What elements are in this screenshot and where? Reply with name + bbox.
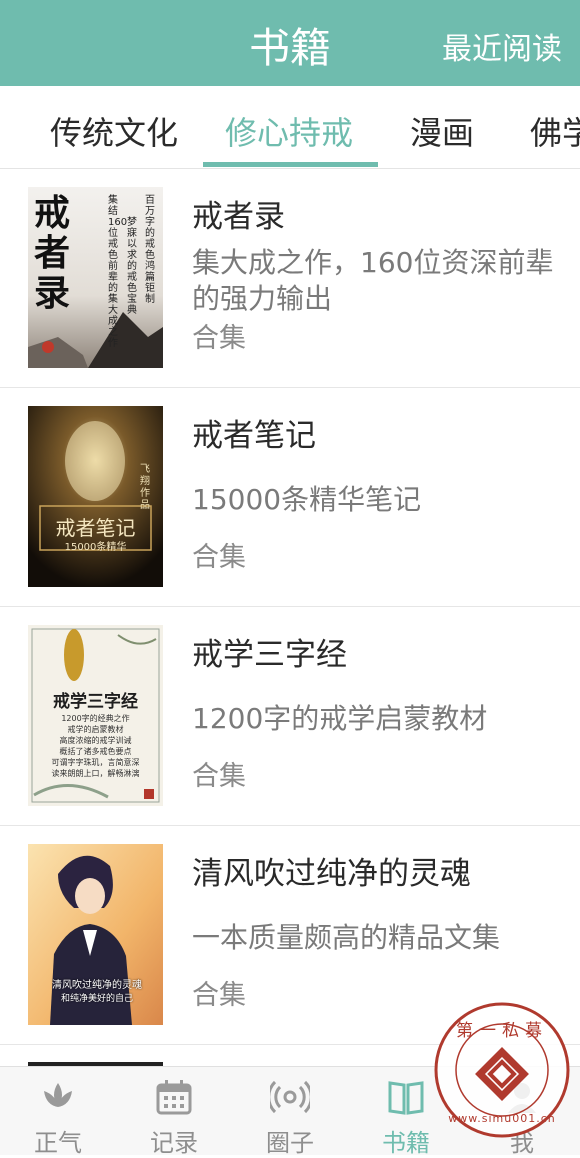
cover-line: 1200字的经典之作 — [61, 714, 130, 723]
book-cover: 戒者笔记 15000条精华 飞翔作品 — [28, 406, 163, 587]
cover-side-text: 梦寐以求的戒色宝典 — [127, 217, 137, 316]
book-description: 一本质量颇高的精品文集 — [192, 921, 501, 954]
lotus-icon — [44, 1083, 72, 1107]
book-title: 戒者录 — [192, 199, 285, 235]
tab-comics[interactable]: 漫画 — [410, 108, 474, 154]
cover-subtitle-text: 和纯净美好的自己 — [60, 994, 133, 1004]
book-description: 1200字的戒学启蒙教材 — [192, 702, 488, 735]
book-tag: 合集 — [192, 323, 246, 354]
book-item[interactable]: 戒学三字经 1200字的经典之作 戒学的启蒙教材 高度浓缩的戒学训诫 概括了诸多… — [0, 607, 580, 826]
top-app-bar: 书籍 最近阅读 — [0, 0, 580, 86]
book-icon — [388, 1081, 424, 1115]
book-title: 戒者笔记 — [192, 418, 316, 454]
category-tabs: 传统文化 修心持戒 漫画 佛学 — [0, 86, 580, 169]
active-tab-indicator — [203, 162, 378, 167]
book-tag: 合集 — [192, 980, 246, 1011]
cover-line: 可谓字字珠玑，言简意深 — [51, 758, 140, 767]
nav-label: 记录 — [150, 1129, 198, 1157]
book-item[interactable]: 戒者笔记 15000条精华 飞翔作品 戒者笔记 15000条精华笔记 合集 — [0, 388, 580, 607]
cover-line: 概括了诸多戒色要点 — [59, 747, 132, 756]
calendar-icon — [156, 1080, 192, 1115]
nav-item-zhengqi[interactable]: 正气 — [0, 1067, 116, 1157]
tab-cultivation[interactable]: 修心持戒 — [225, 108, 353, 154]
cover-line: 高度浓缩的戒学训诫 — [59, 736, 132, 745]
book-item[interactable]: 戒者录 集结160位戒色前辈的集大成之作 百万字的戒色鸿篇钜制 梦寐以求的戒色宝… — [0, 169, 580, 388]
nav-item-circle[interactable]: 圈子 — [232, 1067, 348, 1157]
tab-traditional-culture[interactable]: 传统文化 — [50, 108, 178, 154]
nav-label: 圈子 — [266, 1129, 314, 1157]
cover-line: 戒学的启蒙教材 — [67, 725, 124, 734]
broadcast-icon — [270, 1080, 310, 1114]
nav-label: 正气 — [34, 1129, 82, 1157]
watermark-text: 第一私募 — [456, 1021, 548, 1041]
book-tag: 合集 — [192, 542, 246, 573]
cover-title-text: 戒学三字经 — [53, 692, 138, 712]
book-title: 清风吹过纯净的灵魂 — [192, 856, 471, 892]
tab-buddhism[interactable]: 佛学 — [530, 108, 580, 154]
cover-line: 读来朗朗上口，解畅淋漓 — [51, 769, 140, 778]
cover-side-text: 集结160位戒色前辈的集大成之作 — [108, 195, 128, 349]
cover-title-text: 戒者录 — [34, 192, 71, 314]
watermark-url: www.simu001.cn — [448, 1112, 556, 1125]
book-cover: 清风吹过纯净的灵魂 和纯净美好的自己 — [28, 844, 163, 1025]
cover-side-text: 飞翔作品 — [140, 464, 150, 511]
book-title: 戒学三字经 — [192, 637, 347, 673]
recent-reading-button[interactable]: 最近阅读 — [442, 24, 562, 68]
nav-item-record[interactable]: 记录 — [116, 1067, 232, 1157]
book-tag: 合集 — [192, 761, 246, 792]
book-cover: 戒者录 集结160位戒色前辈的集大成之作 百万字的戒色鸿篇钜制 梦寐以求的戒色宝… — [28, 187, 163, 368]
cover-subtitle-text: 15000条精华 — [64, 542, 127, 553]
cover-title-text: 戒者笔记 — [55, 516, 136, 540]
book-description: 集大成之作，160位资深前辈的强力输出 — [192, 246, 554, 315]
book-description: 15000条精华笔记 — [192, 483, 422, 516]
cover-title-text: 清风吹过纯净的灵魂 — [52, 980, 142, 991]
watermark-stamp: 第一私募 www.simu001.cn — [432, 1000, 572, 1140]
cover-side-text: 百万字的戒色鸿篇钜制 — [145, 195, 155, 305]
cover-body-text: 1200字的经典之作 戒学的启蒙教材 高度浓缩的戒学训诫 概括了诸多戒色要点 可… — [38, 713, 153, 779]
book-cover: 戒学三字经 1200字的经典之作 戒学的启蒙教材 高度浓缩的戒学训诫 概括了诸多… — [28, 625, 163, 806]
